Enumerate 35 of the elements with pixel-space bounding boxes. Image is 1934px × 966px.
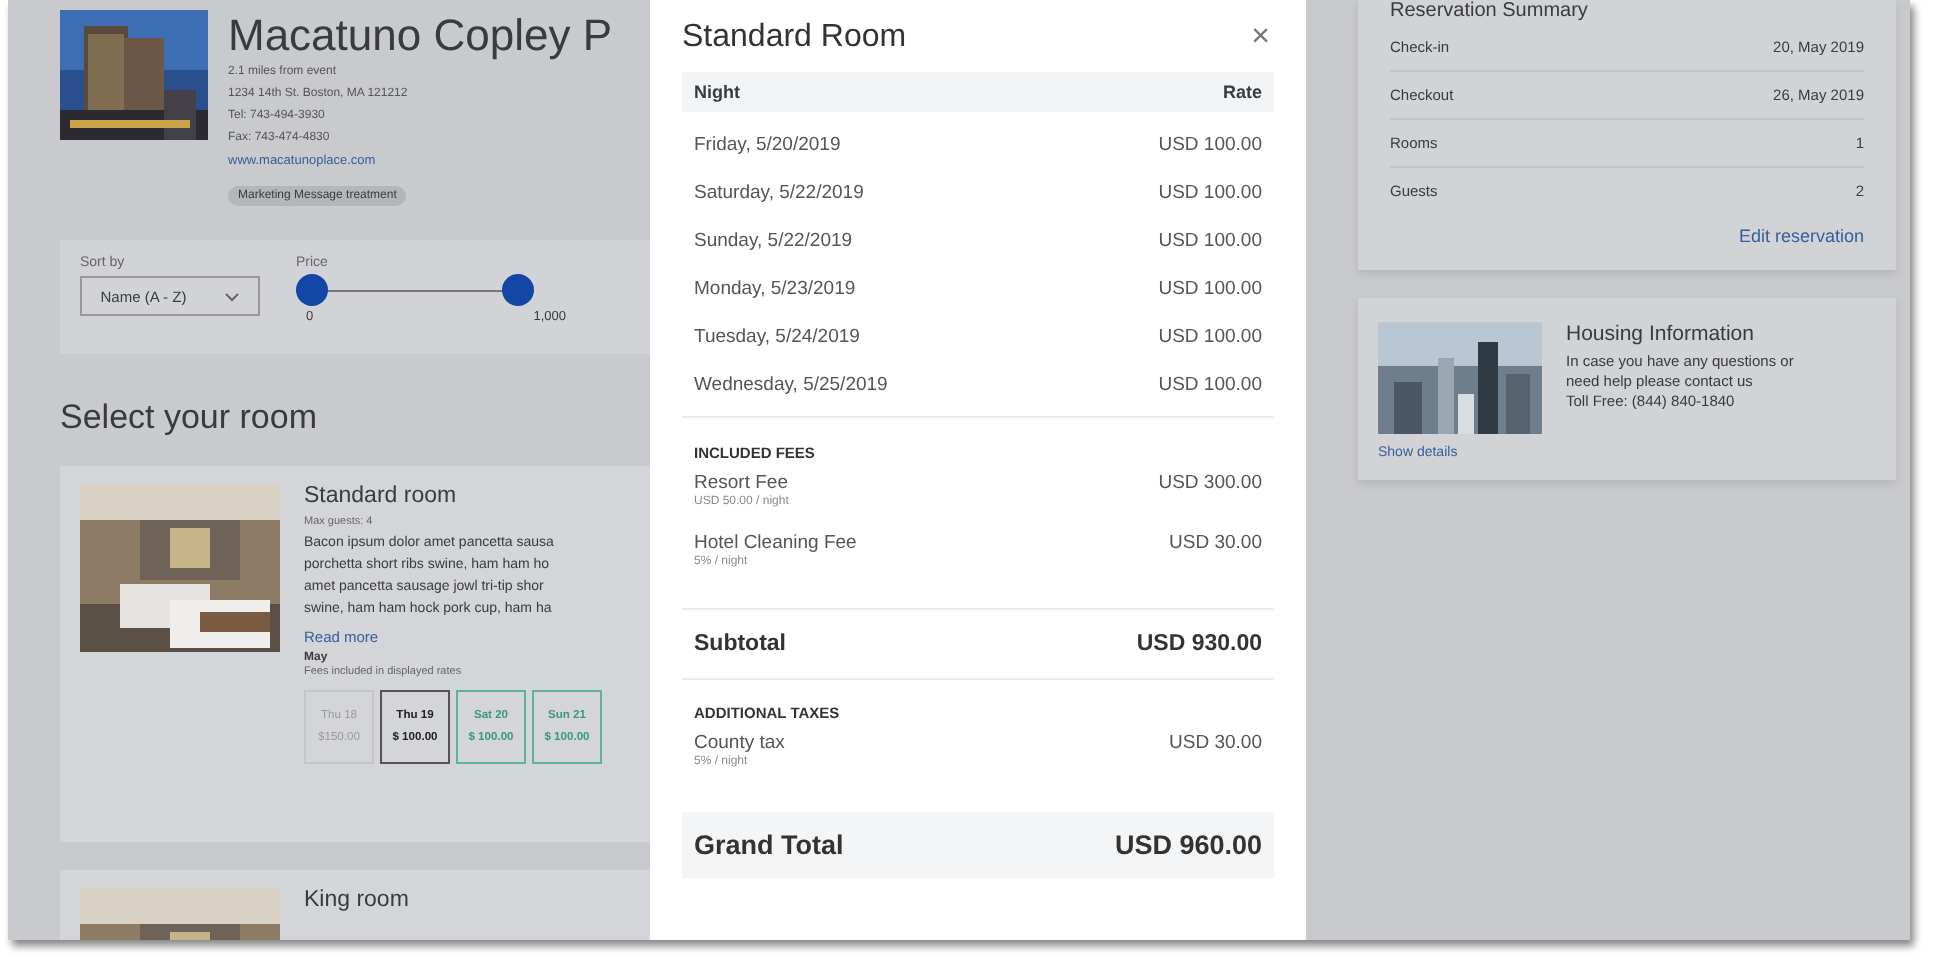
night-date: Saturday, 5/22/2019 <box>694 181 864 203</box>
hotel-name: Macatuno Copley P <box>228 10 612 62</box>
chevron-icon <box>223 291 240 301</box>
night-date: Tuesday, 5/24/2019 <box>694 325 860 347</box>
room-name: King room <box>304 888 409 912</box>
edit-reservation-link[interactable]: Edit reservation <box>1390 226 1864 246</box>
night-rate: USD 100.00 <box>1158 325 1262 347</box>
grand-total-amount: USD 960.00 <box>1114 830 1262 860</box>
night-rate: USD 100.00 <box>1158 277 1262 299</box>
fee-amount: USD 300.00 <box>1158 472 1262 498</box>
night-rate: USD 100.00 <box>1158 133 1262 155</box>
night-date: Sunday, 5/22/2019 <box>694 229 853 251</box>
column-header: Rate <box>1222 82 1262 102</box>
dialog-title: Standard Room <box>682 20 907 56</box>
night-date: Monday, 5/23/2019 <box>694 277 856 299</box>
section-title: Select your room <box>60 398 319 438</box>
room-name: Standard room <box>304 484 459 508</box>
close-button[interactable]: × <box>1247 20 1274 56</box>
fee-amount: USD 30.00 <box>1169 532 1262 558</box>
fee-name: Resort Fee <box>694 472 789 494</box>
subtotal-label: Subtotal <box>694 632 786 656</box>
price-slider[interactable] <box>296 274 534 310</box>
night-rate: USD 100.00 <box>1158 373 1262 395</box>
tax-amount: USD 30.00 <box>1169 732 1262 758</box>
grand-total-label: Grand Total <box>694 830 844 860</box>
night-date: Friday, 5/20/2019 <box>694 133 841 155</box>
subtotal-amount: USD 930.00 <box>1136 632 1262 656</box>
night-rate: USD 100.00 <box>1158 181 1262 203</box>
housing-title: Housing Information <box>1566 322 1756 346</box>
fee-name: Hotel Cleaning Fee <box>694 532 857 554</box>
summary-title: Reservation Summary <box>1390 0 1590 24</box>
tax-name: County tax <box>694 732 785 754</box>
night-rate: USD 100.00 <box>1158 229 1262 251</box>
night-date: Wednesday, 5/25/2019 <box>694 373 888 395</box>
column-header: Night <box>694 82 740 102</box>
